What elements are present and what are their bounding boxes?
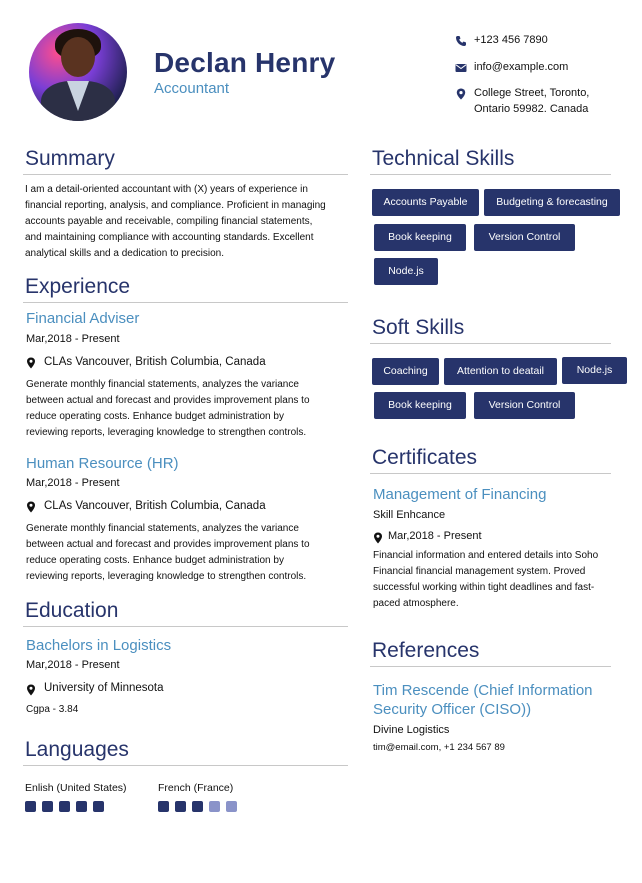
location-pin-icon (374, 532, 382, 544)
summary-divider (23, 174, 348, 175)
skill-chip: Version Control (474, 224, 575, 251)
certificate-date: Mar,2018 - Present (388, 530, 482, 542)
certificate-name: Management of Financing (373, 486, 547, 503)
phone-icon (456, 36, 466, 46)
address-line-1: College Street, Toronto, (474, 87, 590, 99)
person-name: Declan Henry (154, 47, 336, 78)
job-description: Generate monthly financial statements, a… (26, 379, 310, 438)
degree-title: Bachelors in Logistics (26, 637, 172, 654)
education-date: Mar,2018 - Present (26, 659, 120, 671)
skill-chip: Node.js (562, 357, 627, 384)
skill-chip: Book keeping (374, 392, 466, 419)
skill-chip: Attention to deatail (444, 358, 557, 385)
technical-skills-divider (370, 174, 611, 175)
job-description: Generate monthly financial statements, a… (26, 523, 310, 582)
profile-photo (29, 23, 127, 121)
job-date: Mar,2018 - Present (26, 333, 120, 345)
reference-company: Divine Logistics (373, 724, 450, 736)
language-name: French (France) (158, 782, 234, 794)
location-pin-icon (27, 357, 35, 369)
job-date: Mar,2018 - Present (26, 477, 120, 489)
technical-skills-heading: Technical Skills (372, 147, 515, 170)
school-name: University of Minnesota (44, 682, 164, 694)
skill-chip: Version Control (474, 392, 575, 419)
language-level-dot (59, 801, 70, 812)
certificate-description: Financial information and entered detail… (373, 550, 599, 609)
location-pin-icon (27, 684, 35, 696)
skill-chip: Node.js (374, 258, 438, 285)
language-name: Enlish (United States) (25, 782, 127, 794)
gpa-text: Cgpa - 3.84 (26, 704, 79, 715)
job-location: CLAs Vancouver, British Columbia, Canada (44, 356, 266, 368)
skill-chip: Coaching (372, 358, 439, 385)
languages-heading: Languages (25, 738, 129, 761)
skill-chip: Budgeting & forecasting (484, 189, 620, 216)
phone-text: +123 456 7890 (474, 34, 548, 46)
job-title: Financial Adviser (26, 310, 140, 327)
reference-name: Tim Rescende (Chief Information Security… (373, 682, 593, 718)
soft-skills-heading: Soft Skills (372, 316, 465, 339)
language-level-dot (25, 801, 36, 812)
summary-text: I am a detail-oriented accountant with (… (25, 184, 326, 259)
job-title: Human Resource (HR) (26, 455, 179, 472)
email-text: info@example.com (474, 61, 569, 73)
language-level-dot (209, 801, 220, 812)
language-level-dot (42, 801, 53, 812)
language-level-dot (93, 801, 104, 812)
certificates-heading: Certificates (372, 446, 478, 469)
address-line-2: Ontario 59982. Canada (474, 103, 589, 115)
education-heading: Education (25, 599, 119, 622)
soft-skills-divider (370, 343, 611, 344)
language-level-dot (175, 801, 186, 812)
experience-heading: Experience (25, 275, 131, 298)
mail-icon (455, 64, 467, 72)
references-divider (370, 666, 611, 667)
references-heading: References (372, 639, 480, 662)
location-pin-icon (27, 501, 35, 513)
language-level-dot (158, 801, 169, 812)
location-pin-icon (456, 88, 466, 100)
summary-heading: Summary (25, 147, 115, 170)
language-level-dot (76, 801, 87, 812)
reference-contact: tim@email.com, +1 234 567 89 (373, 742, 505, 753)
person-role: Accountant (154, 80, 230, 97)
experience-divider (23, 302, 348, 303)
job-location: CLAs Vancouver, British Columbia, Canada (44, 500, 266, 512)
language-level-dot (226, 801, 237, 812)
skill-chip: Accounts Payable (372, 189, 479, 216)
education-divider (23, 626, 348, 627)
languages-divider (23, 765, 348, 766)
skill-chip: Book keeping (374, 224, 466, 251)
certificates-divider (370, 473, 611, 474)
language-level-dot (192, 801, 203, 812)
certificate-issuer: Skill Enhcance (373, 509, 446, 521)
